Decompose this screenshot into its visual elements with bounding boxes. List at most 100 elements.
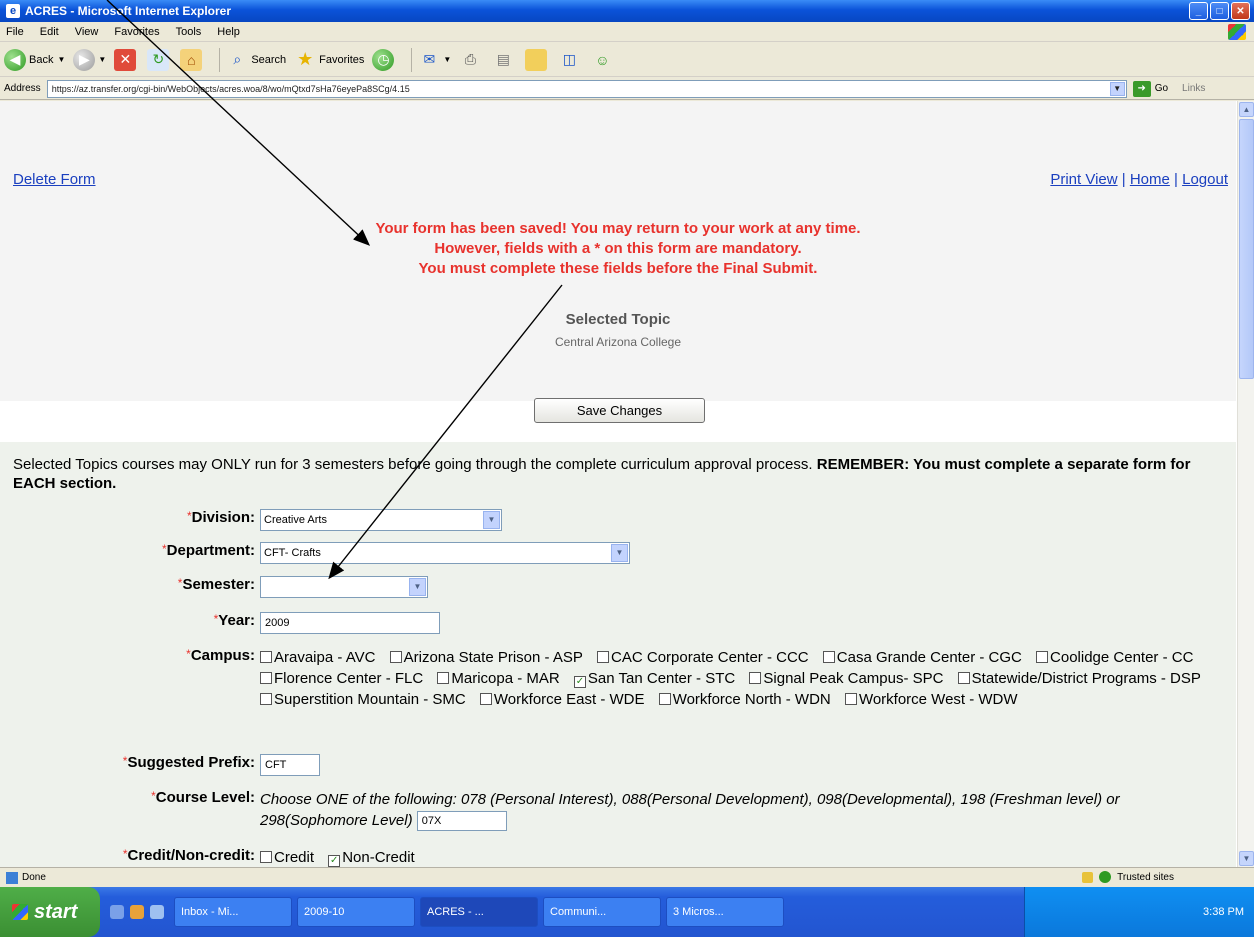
credit-checkbox[interactable] <box>260 851 272 863</box>
campus-checkbox[interactable] <box>260 693 272 705</box>
campus-option[interactable]: Workforce West - WDW <box>844 691 1018 708</box>
menu-help[interactable]: Help <box>217 26 240 38</box>
campus-checkbox[interactable] <box>597 651 610 663</box>
links-toolbar[interactable]: Links <box>1182 83 1205 94</box>
campus-option[interactable]: Casa Grande Center - CGC <box>822 649 1022 666</box>
chevron-down-icon[interactable]: ▼ <box>611 544 628 562</box>
task-microsoft[interactable]: 3 Micros... <box>666 897 784 927</box>
division-select[interactable]: Creative Arts ▼ <box>260 509 502 531</box>
page-icon <box>6 871 18 884</box>
campus-option[interactable]: CAC Corporate Center - CCC <box>597 649 809 666</box>
scroll-down-icon[interactable]: ▼ <box>1239 851 1254 866</box>
outlook-quick-icon[interactable] <box>150 905 164 919</box>
show-desktop-icon[interactable] <box>110 905 124 919</box>
topic-title: Selected Topic <box>565 311 671 328</box>
campus-option-label: Aravaipa - AVC <box>274 649 376 666</box>
history-button[interactable]: ◷ <box>372 48 397 71</box>
task-communicator[interactable]: Communi... <box>543 897 661 927</box>
course-level-field: Choose ONE of the following: 078 (Person… <box>260 789 1220 832</box>
prefix-input[interactable]: CFT <box>260 754 320 776</box>
window-title-bar[interactable]: e ACRES - Microsoft Internet Explorer _ … <box>0 0 1254 22</box>
campus-option[interactable]: ✓ San Tan Center - STC <box>573 670 735 688</box>
campus-option[interactable]: Maricopa - MAR <box>437 670 560 687</box>
campus-option[interactable]: Arizona State Prison - ASP <box>389 649 583 666</box>
stop-button[interactable]: ✕ <box>114 48 139 71</box>
research-button[interactable]: ◫ <box>558 49 583 71</box>
search-button[interactable]: ⌕ Search <box>226 49 286 71</box>
maximize-button[interactable]: □ <box>1210 2 1229 20</box>
tray-clock[interactable]: 3:38 PM <box>1203 906 1244 918</box>
campus-option[interactable]: Coolidge Center - CC <box>1036 649 1193 666</box>
favorites-button[interactable]: ★ Favorites <box>294 49 364 71</box>
go-button[interactable]: ➜ Go <box>1132 80 1168 97</box>
campus-option[interactable]: Superstition Mountain - SMC <box>260 691 466 708</box>
campus-checkbox[interactable] <box>822 651 835 663</box>
campus-checkbox[interactable] <box>437 672 450 684</box>
close-button[interactable]: ✕ <box>1231 2 1250 20</box>
campus-checkbox[interactable] <box>957 672 970 684</box>
chevron-down-icon[interactable]: ▼ <box>483 511 500 529</box>
chevron-down-icon[interactable]: ▼ <box>409 578 426 596</box>
address-input[interactable]: https://az.transfer.org/cgi-bin/WebObjec… <box>46 79 1127 98</box>
history-icon: ◷ <box>372 48 395 71</box>
campus-checkbox[interactable] <box>260 651 272 663</box>
delete-form-link[interactable]: Delete Form <box>13 171 96 188</box>
campus-option-label: Arizona State Prison - ASP <box>403 649 583 666</box>
status-bar: Done Trusted sites <box>0 867 1254 887</box>
menu-bar: File Edit View Favorites Tools Help <box>0 22 1254 42</box>
department-select[interactable]: CFT- Crafts ▼ <box>260 542 630 564</box>
campus-option-label: Workforce East - WDE <box>493 691 645 708</box>
back-button[interactable]: ◀ Back ▼ <box>4 48 65 71</box>
campus-option[interactable]: Workforce East - WDE <box>479 691 645 708</box>
campus-checkbox[interactable] <box>1036 651 1049 663</box>
start-button[interactable]: start <box>0 887 100 937</box>
campus-checkbox[interactable] <box>658 693 671 705</box>
task-folder[interactable]: 2009-10 <box>297 897 415 927</box>
print-view-link[interactable]: Print View <box>1050 171 1117 188</box>
campus-checkbox[interactable] <box>479 693 492 705</box>
credit-checkbox[interactable]: ✓ <box>328 855 341 867</box>
document-icon: ▤ <box>496 51 510 67</box>
edit-button[interactable]: ▤ <box>492 49 517 71</box>
campus-checkbox[interactable] <box>260 672 272 684</box>
semester-select[interactable]: ▼ <box>260 576 428 598</box>
chevron-down-icon[interactable]: ▼ <box>1109 81 1125 96</box>
campus-option-label: Signal Peak Campus- SPC <box>763 670 944 687</box>
menu-tools[interactable]: Tools <box>176 26 202 38</box>
scroll-thumb[interactable] <box>1239 119 1254 379</box>
campus-checkbox[interactable] <box>389 651 402 663</box>
home-link[interactable]: Home <box>1130 171 1170 188</box>
campus-option[interactable]: Florence Center - FLC <box>260 670 423 687</box>
minimize-button[interactable]: _ <box>1189 2 1208 20</box>
print-button[interactable]: ⎙ <box>459 49 484 71</box>
campus-checkbox[interactable] <box>844 693 857 705</box>
course-level-input[interactable]: 07X <box>416 811 507 832</box>
campus-option[interactable]: Workforce North - WDN <box>658 691 831 708</box>
menu-edit[interactable]: Edit <box>40 26 59 38</box>
scroll-up-icon[interactable]: ▲ <box>1239 102 1254 117</box>
refresh-button[interactable]: ↻ <box>147 48 172 71</box>
credit-option[interactable]: ✓ Non-Credit <box>328 849 415 867</box>
task-inbox[interactable]: Inbox - Mi... <box>174 897 292 927</box>
menu-view[interactable]: View <box>75 26 99 38</box>
credit-option[interactable]: Credit <box>260 849 314 866</box>
home-button[interactable]: ⌂ <box>180 48 205 71</box>
folder-button[interactable] <box>525 48 550 71</box>
messenger-button[interactable]: ☺ <box>591 49 616 71</box>
logout-link[interactable]: Logout <box>1182 171 1228 188</box>
task-acres[interactable]: ACRES - ... <box>420 897 538 927</box>
menu-favorites[interactable]: Favorites <box>114 26 159 38</box>
save-changes-button[interactable]: Save Changes <box>534 398 705 423</box>
campus-option[interactable]: Statewide/District Programs - DSP <box>957 670 1201 687</box>
campus-option[interactable]: Signal Peak Campus- SPC <box>749 670 943 687</box>
ie-quick-icon[interactable] <box>130 905 144 919</box>
vertical-scrollbar[interactable]: ▲ ▼ <box>1237 101 1254 867</box>
menu-file[interactable]: File <box>6 26 24 38</box>
mail-button[interactable]: ✉ ▼ <box>418 49 452 71</box>
campus-checkbox[interactable]: ✓ <box>573 676 586 688</box>
forward-button[interactable]: ▶ ▼ <box>73 48 106 71</box>
campus-option[interactable]: Aravaipa - AVC <box>260 649 375 666</box>
year-input[interactable]: 2009 <box>260 612 440 634</box>
semester-row: *Semester: ▼ <box>0 576 1236 598</box>
campus-checkbox[interactable] <box>749 672 762 684</box>
